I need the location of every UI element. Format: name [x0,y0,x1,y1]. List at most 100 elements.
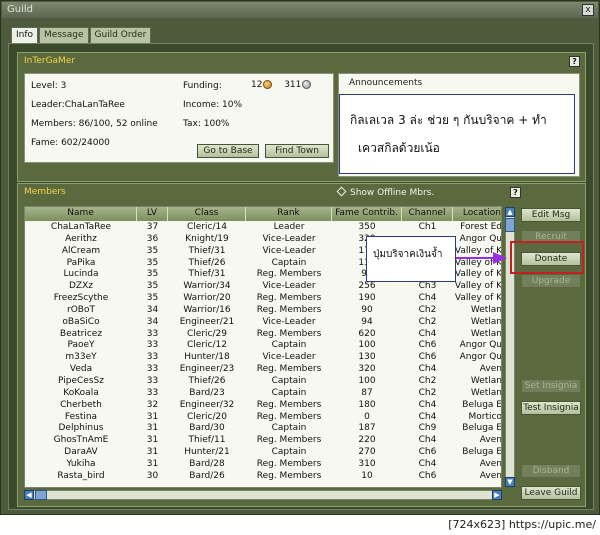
scroll-left-icon[interactable]: ◀ [24,490,34,500]
table-cell: Leader [273,222,305,232]
upgrade-button[interactable]: Upgrade [521,274,581,288]
table-cell: 10 [361,470,373,481]
edit-msg-button[interactable]: Edit Msg [521,208,581,222]
guild-level: Level: 3 [31,81,67,91]
table-row[interactable]: Festina 31 Cleric/20 Reg. Members 0 Ch4 Mortic… [25,411,501,424]
table-cell: 620 [358,328,376,339]
table-row[interactable]: PipeCesSz 33 Thief/26 Captain 100 Ch2 Wetlan [25,375,501,388]
scroll-up-icon[interactable]: ▲ [505,207,515,217]
column-header-fame[interactable]: Fame Contrib. [332,207,402,221]
column-header-location[interactable]: Location [453,207,501,221]
table-row[interactable]: Veda 33 Engineer/23 Reg. Members 320 Ch4 Aven [25,364,502,376]
table-row[interactable]: rOBoT 34 Warrior/16 Reg. Members 90 Ch2 Wetlan [25,304,501,317]
close-button[interactable]: x [582,4,594,16]
donate-highlight-box [510,241,584,274]
leave-guild-button[interactable]: Leave Guild [521,486,581,500]
set-insignia-button[interactable]: Set Insignia [521,379,581,393]
table-cell: 35 [146,281,159,292]
tab-message[interactable]: Message [39,27,89,43]
table-cell: Reg. Members [256,269,322,280]
table-cell: 33 [146,375,159,386]
members-horizontal-scrollbar[interactable]: ◀ ▶ [24,490,502,500]
table-cell: FreezScythe [53,293,109,304]
column-header-class[interactable]: Class [168,207,246,221]
disband-button[interactable]: Disband [521,464,581,478]
table-cell: Captain [271,447,307,458]
vertical-scroll-thumb[interactable] [505,218,515,232]
test-insignia-button[interactable]: Test Insignia [521,401,581,415]
column-header-channel[interactable]: Channel [402,207,453,221]
table-cell: Ch6 [418,470,437,481]
table-cell: Valley of K [454,293,502,304]
funding-silver: 311 [284,80,302,90]
table-cell: Ch4 [418,458,437,469]
table-cell: 36 [146,233,159,244]
table-cell: Ch2 [418,304,437,315]
table-cell: Knight/19 [185,233,229,244]
table-cell: Lucinda [63,269,99,280]
donate-arrow-line [456,257,496,259]
table-row[interactable]: Yukiha 31 Bard/28 Reg. Members 310 Ch4 Aven [25,458,501,471]
tab-info[interactable]: Info [11,27,39,43]
table-row[interactable]: Rasta_bird 30 Bard/26 Reg. Members 10 Ch6 Aven [25,470,501,483]
tab-guild-order[interactable]: Guild Order [89,27,152,43]
scroll-down-icon[interactable]: ▼ [505,477,515,487]
table-cell: Beatricez [59,328,103,339]
column-header-lv[interactable]: LV [137,207,168,221]
scroll-right-icon[interactable]: ▶ [492,490,502,500]
table-row[interactable]: GhosTnAmE 31 Thief/11 Reg. Members 220 Ch4 Ave… [25,435,501,447]
table-cell: Bard/30 [189,423,225,434]
table-cell: 31 [146,423,159,434]
table-cell: Wetlan [470,387,502,398]
table-cell: Vice-Leader [262,352,316,363]
table-cell: Beluga E [462,399,502,410]
table-row[interactable]: DaraAV 31 Hunter/21 Captain 270 Ch6 Beluga E [25,447,501,459]
table-row[interactable]: Cherbeth 32 Engineer/32 Reg. Members 180 Ch4 B… [25,399,502,412]
table-row[interactable]: FreezScythe 35 Warrior/20 Reg. Members 190 Ch… [25,293,502,305]
table-row[interactable]: Beatricez 33 Cleric/29 Reg. Members 620 Ch4 We… [25,328,501,341]
table-cell: Cleric/20 [187,411,227,422]
table-row[interactable]: oBaSiCo 34 Engineer/21 Vice-Leader 94 Ch2 Wetl… [25,316,501,329]
table-cell: Bard/23 [189,387,225,398]
go-to-base-button[interactable]: Go to Base [197,144,259,158]
show-offline-toggle[interactable]: Show Offline Mbrs. [336,186,434,198]
table-cell: GhosTnAmE [53,435,109,446]
guild-help-button[interactable]: ? [569,56,580,67]
table-cell: Thief/26 [188,257,226,268]
table-cell: Vice-Leader [262,233,316,244]
table-row[interactable]: m33eY 33 Hunter/18 Vice-Leader 130 Ch6 Angor Q… [25,352,501,364]
column-header-name[interactable]: Name [25,207,137,221]
table-cell: Ch3 [418,281,437,292]
table-cell: Cleric/14 [187,222,227,232]
table-cell: Engineer/23 [179,364,235,375]
table-cell: 220 [358,435,376,446]
find-town-button[interactable]: Find Town [265,144,329,158]
table-cell: 31 [146,435,159,446]
table-row[interactable]: DZXz 35 Warrior/34 Vice-Leader 256 Ch3 Valley … [25,281,501,293]
table-row[interactable]: KoKoala 33 Bard/23 Captain 87 Ch2 Wetlan [25,387,502,400]
table-row[interactable]: PaoeY 33 Cleric/12 Captain 100 Ch6 Angor Qu [25,340,501,352]
table-cell: 100 [358,375,376,386]
table-cell: Engineer/21 [179,316,235,327]
table-cell: Ch4 [418,435,437,446]
table-cell: Aven [479,364,502,375]
members-table-header: Name LV Class Rank Fame Contrib. Channel… [25,207,501,221]
window-titlebar[interactable]: Guild x [2,2,598,18]
table-cell: Vice-Leader [262,281,316,292]
table-row[interactable]: Delphinus 31 Bard/30 Captain 187 Ch9 Beluga E [25,423,502,435]
table-cell: 180 [358,399,376,410]
table-cell: Ch1 [418,222,437,232]
table-cell: Bard/28 [189,458,225,469]
column-header-rank[interactable]: Rank [246,207,332,221]
show-offline-radio-icon[interactable] [336,186,347,197]
funding-label: Funding: [183,81,222,91]
gold-coin-icon [263,80,273,89]
table-cell: Hunter/18 [184,352,230,363]
members-help-button[interactable]: ? [510,187,521,198]
horizontal-scroll-thumb[interactable] [35,490,47,500]
table-cell: Reg. Members [256,435,322,446]
table-cell: 90 [361,304,373,315]
table-cell: Ch6 [418,447,437,458]
table-cell: Warrior/20 [183,293,231,304]
table-row[interactable]: ChaLanTaRee 37 Cleric/14 Leader 350 Ch1 Forest… [25,222,501,234]
